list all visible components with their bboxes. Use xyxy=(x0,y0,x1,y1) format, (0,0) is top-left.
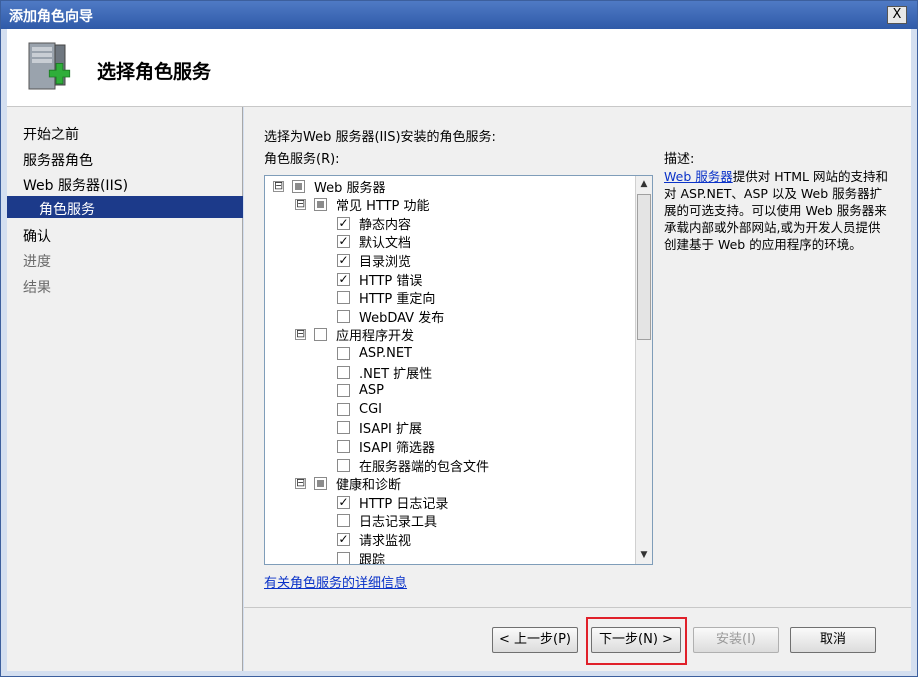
add-roles-wizard-window: 添加角色向导 X 选择角色服务 开始之前 服务器角色 Web 服务器(IIS) … xyxy=(0,0,918,677)
tree-item-label: 静态内容 xyxy=(359,217,412,233)
close-button[interactable]: X xyxy=(887,6,907,24)
cancel-button[interactable]: 取消 xyxy=(790,627,876,653)
tree-item-checkbox[interactable] xyxy=(337,291,350,305)
tree-item[interactable]: ✓ HTTP 错误 xyxy=(337,270,423,289)
tree-item-checkbox[interactable] xyxy=(314,328,327,342)
tree-item-checkbox[interactable] xyxy=(337,346,350,360)
tree-item-checkbox[interactable]: ✓ xyxy=(337,235,350,249)
tree-item-label: 健康和诊断 xyxy=(336,478,402,494)
description-text: Web 服务器提供对 HTML 网站的支持和对 ASP.NET、ASP 以及 W… xyxy=(664,168,892,253)
tree-item[interactable]: ✓ 默认文档 xyxy=(337,233,411,251)
tree-item[interactable]: HTTP 重定向 xyxy=(337,289,435,307)
tree-item-checkbox[interactable] xyxy=(314,198,327,212)
tree-item-checkbox[interactable]: ✓ xyxy=(337,253,350,267)
tree-item-checkbox[interactable] xyxy=(292,179,305,193)
install-button: 安装(I) xyxy=(693,627,779,653)
role-services-label: 角色服务(R): xyxy=(264,152,340,167)
tree-item[interactable]: ✓ HTTP 日志记录 xyxy=(337,493,449,512)
scroll-up-icon[interactable]: ▲ xyxy=(636,176,652,193)
tree-item[interactable]: ✓ 请求监视 xyxy=(337,530,412,549)
tree-item[interactable]: WebDAV 发布 xyxy=(337,307,445,326)
page-title: 选择角色服务 xyxy=(97,61,212,83)
tree-item[interactable]: CGI xyxy=(337,400,382,418)
instruction-text: 选择为Web 服务器(IIS)安装的角色服务: xyxy=(264,130,496,145)
nav-item-before-you-begin[interactable]: 开始之前 xyxy=(7,121,243,143)
tree-item-label: HTTP 重定向 xyxy=(359,292,436,308)
tree-item[interactable]: ✓ 静态内容 xyxy=(337,214,412,233)
tree-item-label: HTTP 日志记录 xyxy=(359,496,449,512)
tree-item-checkbox[interactable] xyxy=(337,384,350,398)
tree-item-label: ASP xyxy=(359,383,384,399)
collapse-icon[interactable]: ⊟ xyxy=(295,477,306,490)
tree-item-label: 目录浏览 xyxy=(359,254,412,270)
tree-item-checkbox[interactable] xyxy=(337,421,350,435)
tree-item-checkbox[interactable] xyxy=(337,402,350,416)
tree-item-checkbox[interactable] xyxy=(314,477,327,491)
tree-item-label: 应用程序开发 xyxy=(336,329,415,345)
tree-item[interactable]: ⊟ 常见 HTTP 功能 xyxy=(295,196,430,214)
title-bar: 添加角色向导 X xyxy=(1,1,917,29)
tree-item-checkbox[interactable]: ✓ xyxy=(337,272,350,286)
tree-item-label: 默认文档 xyxy=(359,236,412,252)
tree-scrollbar[interactable]: ▲ ▼ xyxy=(635,176,652,564)
nav-item-progress: 进度 xyxy=(23,254,51,270)
wizard-nav: 开始之前 服务器角色 Web 服务器(IIS) 角色服务 确认 进度 结果 xyxy=(7,107,243,671)
tree-item[interactable]: ✓ 目录浏览 xyxy=(337,251,412,270)
tree-item-label: .NET 扩展性 xyxy=(359,366,433,382)
nav-item-results: 结果 xyxy=(23,280,51,296)
tree-item[interactable]: ISAPI 筛选器 xyxy=(337,437,436,456)
tree-item-checkbox[interactable] xyxy=(337,458,350,472)
tree-item-label: CGI xyxy=(359,401,382,417)
role-services-tree[interactable]: 跟踪 ✓ 请求监视 日志记录工具 ✓ HTTP 日志记录 ⊟ 健康和诊断 在服务器端的包含文件 I… xyxy=(264,175,653,565)
description-link[interactable]: Web 服务器 xyxy=(664,169,733,184)
tree-item-checkbox[interactable]: ✓ xyxy=(337,532,350,546)
collapse-icon[interactable]: ⊟ xyxy=(295,328,306,341)
tree-item[interactable]: 在服务器端的包含文件 xyxy=(337,456,490,475)
footer-divider xyxy=(244,607,911,608)
tree-item[interactable]: 跟踪 xyxy=(337,549,386,565)
tree-item-checkbox[interactable] xyxy=(337,365,350,379)
tree-item-label: ISAPI 扩展 xyxy=(359,422,423,438)
nav-item-role-services[interactable]: 角色服务 xyxy=(7,196,243,218)
tree-item-checkbox[interactable]: ✓ xyxy=(337,216,350,230)
tree-item-label: HTTP 错误 xyxy=(359,273,423,289)
more-info-link[interactable]: 有关角色服务的详细信息 xyxy=(264,572,407,591)
scroll-thumb[interactable] xyxy=(637,194,651,340)
collapse-icon[interactable]: ⊟ xyxy=(295,198,306,211)
scroll-down-icon[interactable]: ▼ xyxy=(636,547,652,564)
tree-item-label: Web 服务器 xyxy=(314,180,386,196)
previous-button[interactable]: < 上一步(P) xyxy=(492,627,578,653)
tree-item[interactable]: ⊟ 应用程序开发 xyxy=(295,326,414,344)
tree-item[interactable]: .NET 扩展性 xyxy=(337,363,433,382)
tree-item-label: 日志记录工具 xyxy=(359,515,438,531)
server-add-icon xyxy=(28,42,71,90)
nav-item-web-server-iis[interactable]: Web 服务器(IIS) xyxy=(7,172,243,194)
collapse-icon[interactable]: ⊟ xyxy=(273,180,284,192)
next-button-highlight xyxy=(586,617,687,665)
tree-item-label: ASP.NET xyxy=(359,345,412,361)
tree-item-label: ISAPI 筛选器 xyxy=(359,440,436,456)
tree-item-label: 在服务器端的包含文件 xyxy=(359,459,490,475)
tree-item[interactable]: 日志记录工具 xyxy=(337,512,437,530)
tree-item-checkbox[interactable] xyxy=(337,439,350,453)
tree-item-checkbox[interactable]: ✓ xyxy=(337,495,350,509)
tree-item[interactable]: ASP xyxy=(337,382,384,400)
nav-item-server-roles[interactable]: 服务器角色 xyxy=(7,147,243,169)
window-title: 添加角色向导 xyxy=(9,9,93,25)
tree-item-label: 跟踪 xyxy=(359,552,386,565)
description-label: 描述: xyxy=(664,152,695,167)
wizard-header: 选择角色服务 xyxy=(7,29,911,107)
tree-item-checkbox[interactable] xyxy=(337,309,350,323)
tree-item-checkbox[interactable] xyxy=(337,514,350,528)
tree-item-label: 常见 HTTP 功能 xyxy=(336,199,430,215)
tree-item-label: WebDAV 发布 xyxy=(359,310,445,326)
tree-item[interactable]: ASP.NET xyxy=(337,344,412,362)
tree-item[interactable]: ⊟ Web 服务器 xyxy=(273,177,386,196)
nav-item-confirmation[interactable]: 确认 xyxy=(7,223,243,245)
tree-item[interactable]: ISAPI 扩展 xyxy=(337,419,422,437)
tree-item[interactable]: ⊟ 健康和诊断 xyxy=(295,475,401,493)
main-panel: 选择为Web 服务器(IIS)安装的角色服务: 角色服务(R): 跟踪 ✓ 请求监视… xyxy=(244,107,911,671)
tree-item-checkbox[interactable] xyxy=(337,551,350,564)
tree-item-label: 请求监视 xyxy=(359,533,412,549)
